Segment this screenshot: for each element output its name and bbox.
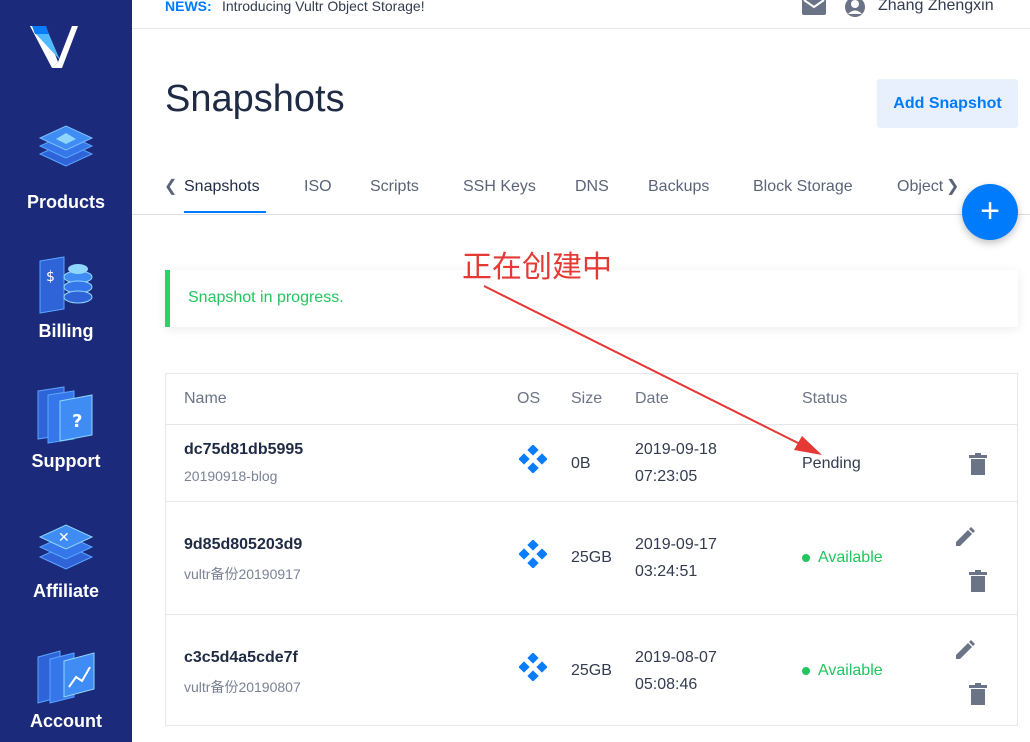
sidebar-item-products[interactable]: Products bbox=[0, 122, 132, 213]
billing-coins-icon: $ bbox=[39, 256, 93, 314]
sidebar-item-affiliate[interactable]: ✕ Affiliate bbox=[0, 515, 132, 602]
sidebar-item-label: Products bbox=[26, 192, 105, 212]
main-content: NEWS: Introducing Vultr Object Storage! … bbox=[132, 0, 1030, 742]
sidebar: Products $ Billing ? Support ✕ Affiliate bbox=[0, 0, 132, 742]
stack-layers-icon bbox=[38, 125, 94, 167]
sidebar-item-label: Billing bbox=[38, 321, 94, 341]
svg-text:?: ? bbox=[72, 411, 82, 432]
sidebar-item-account[interactable]: Account bbox=[0, 645, 132, 732]
vultr-logo-icon[interactable] bbox=[28, 22, 80, 70]
support-question-icon: ? bbox=[37, 386, 93, 444]
sidebar-item-billing[interactable]: $ Billing bbox=[0, 255, 132, 342]
sidebar-item-label: Affiliate bbox=[32, 581, 99, 601]
sidebar-item-label: Account bbox=[30, 711, 102, 731]
sidebar-item-label: Support bbox=[31, 451, 101, 471]
annotation-arrow-icon bbox=[483, 285, 822, 455]
account-chart-icon bbox=[37, 650, 95, 704]
sidebar-item-support[interactable]: ? Support bbox=[0, 385, 132, 472]
affiliate-layers-icon: ✕ bbox=[38, 524, 94, 570]
svg-text:✕: ✕ bbox=[58, 530, 70, 546]
svg-text:$: $ bbox=[46, 269, 55, 285]
